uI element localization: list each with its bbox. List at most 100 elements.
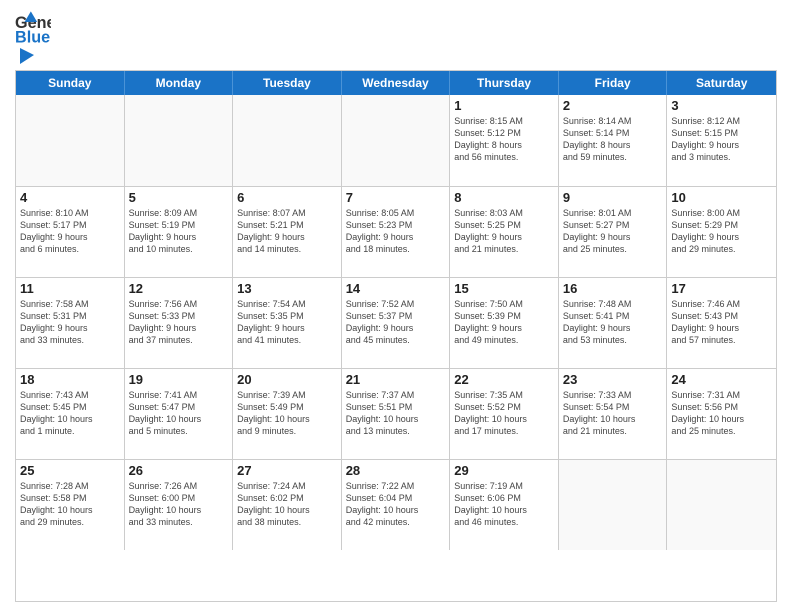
day-header-tuesday: Tuesday	[233, 71, 342, 95]
day-info: Sunrise: 7:28 AM Sunset: 5:58 PM Dayligh…	[20, 480, 120, 529]
day-header-monday: Monday	[125, 71, 234, 95]
calendar-header: SundayMondayTuesdayWednesdayThursdayFrid…	[16, 71, 776, 95]
week-row-4: 25 Sunrise: 7:28 AM Sunset: 5:58 PM Dayli…	[16, 459, 776, 550]
day-number: 29	[454, 463, 554, 478]
day-header-thursday: Thursday	[450, 71, 559, 95]
day-number: 26	[129, 463, 229, 478]
day-info: Sunrise: 7:35 AM Sunset: 5:52 PM Dayligh…	[454, 389, 554, 438]
week-row-1: 4 Sunrise: 8:10 AM Sunset: 5:17 PM Daylig…	[16, 186, 776, 277]
day-cell-empty	[342, 95, 451, 186]
day-number: 28	[346, 463, 446, 478]
day-cell-1: 1 Sunrise: 8:15 AM Sunset: 5:12 PM Daylig…	[450, 95, 559, 186]
day-number: 22	[454, 372, 554, 387]
day-header-saturday: Saturday	[667, 71, 776, 95]
svg-text:Blue: Blue	[15, 28, 50, 46]
day-number: 10	[671, 190, 772, 205]
day-cell-16: 16 Sunrise: 7:48 AM Sunset: 5:41 PM Dayli…	[559, 278, 668, 368]
week-row-2: 11 Sunrise: 7:58 AM Sunset: 5:31 PM Dayli…	[16, 277, 776, 368]
day-header-friday: Friday	[559, 71, 668, 95]
day-info: Sunrise: 7:58 AM Sunset: 5:31 PM Dayligh…	[20, 298, 120, 347]
day-number: 1	[454, 98, 554, 113]
day-info: Sunrise: 7:56 AM Sunset: 5:33 PM Dayligh…	[129, 298, 229, 347]
day-cell-13: 13 Sunrise: 7:54 AM Sunset: 5:35 PM Dayli…	[233, 278, 342, 368]
day-number: 25	[20, 463, 120, 478]
day-cell-empty	[559, 460, 668, 550]
day-info: Sunrise: 8:03 AM Sunset: 5:25 PM Dayligh…	[454, 207, 554, 256]
day-cell-7: 7 Sunrise: 8:05 AM Sunset: 5:23 PM Daylig…	[342, 187, 451, 277]
day-number: 9	[563, 190, 663, 205]
day-cell-25: 25 Sunrise: 7:28 AM Sunset: 5:58 PM Dayli…	[16, 460, 125, 550]
day-info: Sunrise: 7:50 AM Sunset: 5:39 PM Dayligh…	[454, 298, 554, 347]
day-cell-29: 29 Sunrise: 7:19 AM Sunset: 6:06 PM Dayli…	[450, 460, 559, 550]
day-info: Sunrise: 7:37 AM Sunset: 5:51 PM Dayligh…	[346, 389, 446, 438]
day-cell-19: 19 Sunrise: 7:41 AM Sunset: 5:47 PM Dayli…	[125, 369, 234, 459]
day-cell-24: 24 Sunrise: 7:31 AM Sunset: 5:56 PM Dayli…	[667, 369, 776, 459]
day-info: Sunrise: 7:33 AM Sunset: 5:54 PM Dayligh…	[563, 389, 663, 438]
day-info: Sunrise: 8:07 AM Sunset: 5:21 PM Dayligh…	[237, 207, 337, 256]
logo: General Blue	[15, 10, 53, 62]
day-number: 20	[237, 372, 337, 387]
day-info: Sunrise: 8:10 AM Sunset: 5:17 PM Dayligh…	[20, 207, 120, 256]
day-number: 13	[237, 281, 337, 296]
day-number: 21	[346, 372, 446, 387]
day-number: 16	[563, 281, 663, 296]
day-info: Sunrise: 7:19 AM Sunset: 6:06 PM Dayligh…	[454, 480, 554, 529]
day-info: Sunrise: 7:41 AM Sunset: 5:47 PM Dayligh…	[129, 389, 229, 438]
day-cell-26: 26 Sunrise: 7:26 AM Sunset: 6:00 PM Dayli…	[125, 460, 234, 550]
day-info: Sunrise: 8:14 AM Sunset: 5:14 PM Dayligh…	[563, 115, 663, 164]
logo-icon: General Blue	[15, 10, 51, 46]
day-cell-5: 5Sunrise: 8:09 AM Sunset: 5:19 PM Daylig…	[125, 187, 234, 277]
day-info: Sunrise: 7:39 AM Sunset: 5:49 PM Dayligh…	[237, 389, 337, 438]
day-info: Sunrise: 7:54 AM Sunset: 5:35 PM Dayligh…	[237, 298, 337, 347]
day-cell-3: 3Sunrise: 8:12 AM Sunset: 5:15 PM Daylig…	[667, 95, 776, 186]
day-number: 8	[454, 190, 554, 205]
day-number: 27	[237, 463, 337, 478]
week-row-0: 1 Sunrise: 8:15 AM Sunset: 5:12 PM Daylig…	[16, 95, 776, 186]
day-cell-4: 4 Sunrise: 8:10 AM Sunset: 5:17 PM Daylig…	[16, 187, 125, 277]
day-info: Sunrise: 8:00 AM Sunset: 5:29 PM Dayligh…	[671, 207, 772, 256]
day-info: Sunrise: 7:31 AM Sunset: 5:56 PM Dayligh…	[671, 389, 772, 438]
day-number: 24	[671, 372, 772, 387]
day-number: 14	[346, 281, 446, 296]
day-number: 12	[129, 281, 229, 296]
day-cell-empty	[667, 460, 776, 550]
day-number: 3	[671, 98, 772, 113]
day-number: 4	[20, 190, 120, 205]
day-cell-8: 8 Sunrise: 8:03 AM Sunset: 5:25 PM Daylig…	[450, 187, 559, 277]
day-cell-14: 14Sunrise: 7:52 AM Sunset: 5:37 PM Dayli…	[342, 278, 451, 368]
day-info: Sunrise: 7:48 AM Sunset: 5:41 PM Dayligh…	[563, 298, 663, 347]
day-cell-15: 15 Sunrise: 7:50 AM Sunset: 5:39 PM Dayli…	[450, 278, 559, 368]
day-number: 7	[346, 190, 446, 205]
day-cell-empty	[125, 95, 234, 186]
day-info: Sunrise: 8:15 AM Sunset: 5:12 PM Dayligh…	[454, 115, 554, 164]
day-cell-22: 22 Sunrise: 7:35 AM Sunset: 5:52 PM Dayli…	[450, 369, 559, 459]
calendar: SundayMondayTuesdayWednesdayThursdayFrid…	[15, 70, 777, 602]
day-info: Sunrise: 8:05 AM Sunset: 5:23 PM Dayligh…	[346, 207, 446, 256]
day-number: 11	[20, 281, 120, 296]
day-cell-6: 6Sunrise: 8:07 AM Sunset: 5:21 PM Daylig…	[233, 187, 342, 277]
day-header-wednesday: Wednesday	[342, 71, 451, 95]
day-number: 17	[671, 281, 772, 296]
day-info: Sunrise: 8:09 AM Sunset: 5:19 PM Dayligh…	[129, 207, 229, 256]
day-number: 15	[454, 281, 554, 296]
day-number: 2	[563, 98, 663, 113]
week-row-3: 18Sunrise: 7:43 AM Sunset: 5:45 PM Dayli…	[16, 368, 776, 459]
day-cell-23: 23 Sunrise: 7:33 AM Sunset: 5:54 PM Dayli…	[559, 369, 668, 459]
day-cell-12: 12 Sunrise: 7:56 AM Sunset: 5:33 PM Dayli…	[125, 278, 234, 368]
page: General Blue SundayMondayTuesdayWednesda…	[0, 0, 792, 612]
day-info: Sunrise: 8:01 AM Sunset: 5:27 PM Dayligh…	[563, 207, 663, 256]
day-cell-empty	[233, 95, 342, 186]
day-cell-9: 9 Sunrise: 8:01 AM Sunset: 5:27 PM Daylig…	[559, 187, 668, 277]
logo-triangle-icon	[16, 46, 34, 64]
day-number: 19	[129, 372, 229, 387]
day-info: Sunrise: 7:43 AM Sunset: 5:45 PM Dayligh…	[20, 389, 120, 438]
day-info: Sunrise: 7:26 AM Sunset: 6:00 PM Dayligh…	[129, 480, 229, 529]
header: General Blue	[15, 10, 777, 62]
day-cell-27: 27Sunrise: 7:24 AM Sunset: 6:02 PM Dayli…	[233, 460, 342, 550]
day-header-sunday: Sunday	[16, 71, 125, 95]
day-cell-28: 28 Sunrise: 7:22 AM Sunset: 6:04 PM Dayli…	[342, 460, 451, 550]
day-info: Sunrise: 7:22 AM Sunset: 6:04 PM Dayligh…	[346, 480, 446, 529]
day-cell-18: 18Sunrise: 7:43 AM Sunset: 5:45 PM Dayli…	[16, 369, 125, 459]
day-number: 23	[563, 372, 663, 387]
day-cell-11: 11 Sunrise: 7:58 AM Sunset: 5:31 PM Dayli…	[16, 278, 125, 368]
